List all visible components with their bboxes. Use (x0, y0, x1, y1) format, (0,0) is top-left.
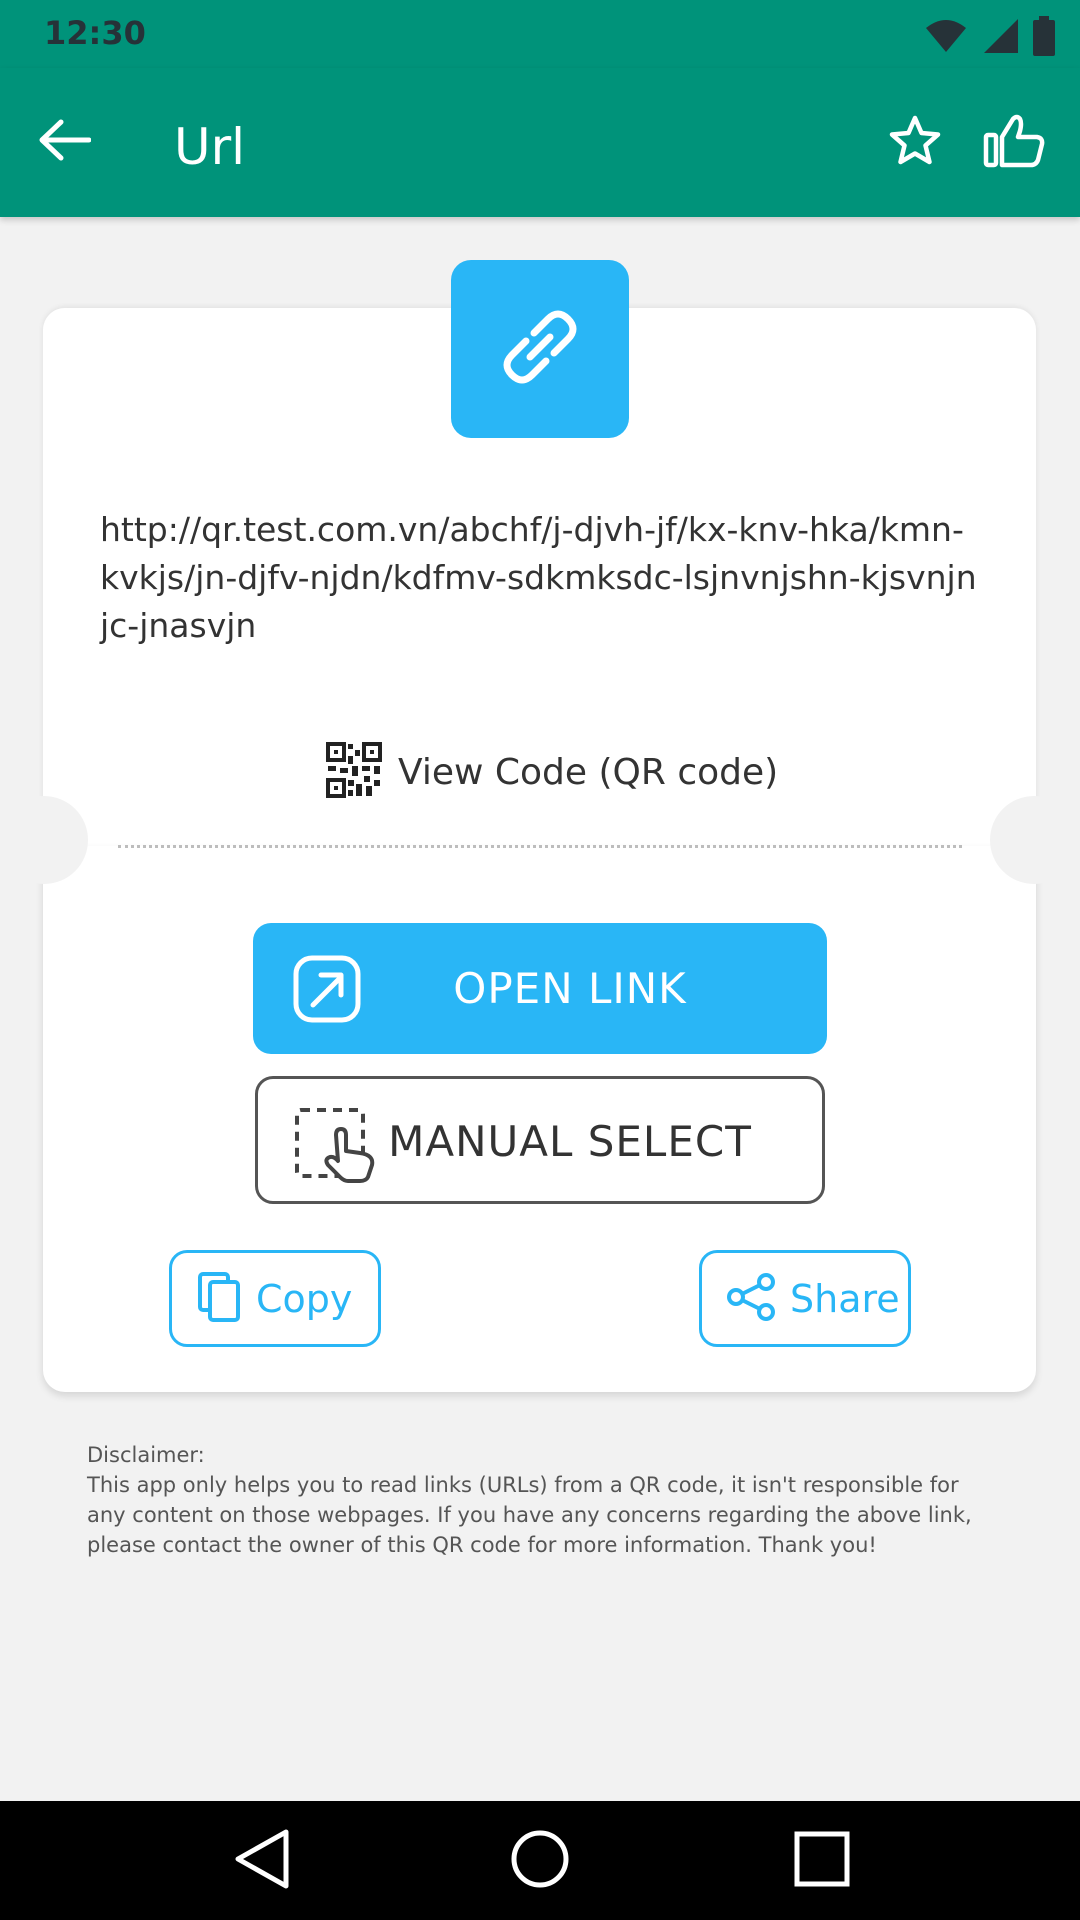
nav-home-button[interactable] (500, 1821, 580, 1901)
circle-home-icon (510, 1829, 570, 1893)
manual-select-label: MANUAL SELECT (388, 1117, 752, 1166)
copy-label: Copy (256, 1276, 353, 1321)
status-icons (924, 16, 1056, 60)
square-recents-icon (794, 1831, 850, 1891)
url-text: http://qr.test.com.vn/abchf/j-djvh-jf/kx… (100, 510, 977, 645)
app-bar: Url (0, 68, 1080, 217)
signal-icon (980, 17, 1020, 59)
star-icon (887, 114, 943, 172)
copy-button[interactable]: Copy (169, 1250, 381, 1347)
triangle-back-icon (232, 1828, 292, 1894)
nav-back-button[interactable] (222, 1821, 302, 1901)
nav-recents-button[interactable] (782, 1821, 862, 1901)
card-notch-left (0, 796, 88, 884)
link-type-badge (451, 260, 629, 438)
status-time: 12:30 (44, 14, 146, 52)
manual-select-button[interactable]: MANUAL SELECT (255, 1076, 825, 1204)
back-button[interactable] (30, 108, 98, 176)
disclaimer: Disclaimer: This app only helps you to r… (87, 1440, 987, 1560)
page-title: Url (174, 118, 246, 176)
disclaimer-body: This app only helps you to read links (U… (87, 1473, 972, 1557)
share-icon (726, 1272, 778, 1325)
view-code-label: View Code (QR code) (398, 751, 779, 793)
open-link-label: OPEN LINK (453, 964, 687, 1013)
link-icon (490, 297, 590, 401)
qr-code-icon (326, 742, 382, 802)
card-divider (118, 845, 962, 848)
thumbs-up-icon (983, 113, 1047, 173)
view-code-button[interactable]: View Code (QR code) (326, 742, 778, 802)
status-bar: 12:30 (0, 0, 1080, 68)
favorite-button[interactable] (880, 108, 950, 178)
battery-icon (1032, 16, 1056, 60)
wifi-icon (924, 18, 968, 58)
card-notch-right (990, 796, 1078, 884)
disclaimer-heading: Disclaimer: (87, 1443, 205, 1467)
like-button[interactable] (978, 108, 1052, 178)
share-label: Share (790, 1276, 900, 1321)
copy-icon (198, 1271, 242, 1326)
arrow-left-icon (37, 118, 92, 166)
share-button[interactable]: Share (699, 1250, 911, 1347)
system-nav-bar (0, 1801, 1080, 1920)
open-link-button[interactable]: OPEN LINK (253, 923, 827, 1054)
